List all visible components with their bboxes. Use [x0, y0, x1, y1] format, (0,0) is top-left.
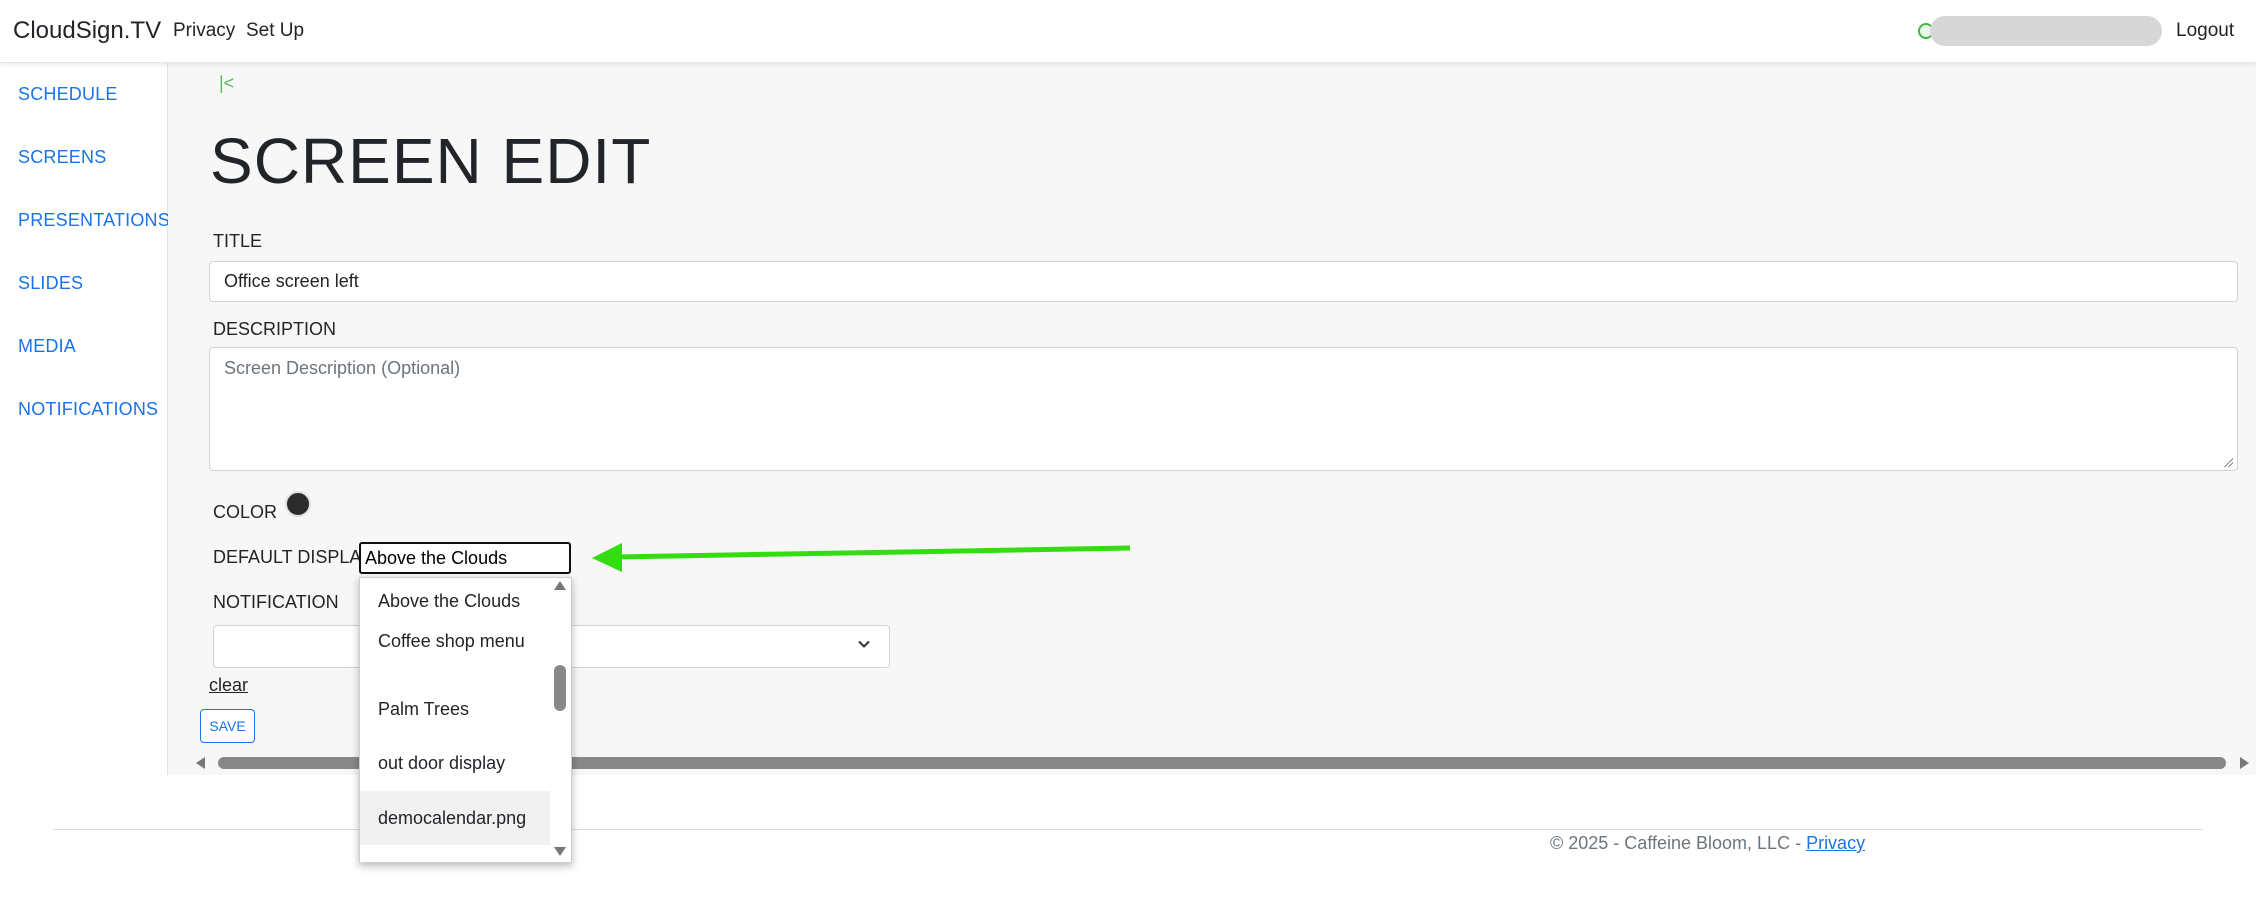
brand-logo-text[interactable]: CloudSign.TV	[13, 17, 161, 45]
sidebar-item-screens[interactable]: SCREENS	[18, 147, 106, 168]
sidebar-item-schedule[interactable]: SCHEDULE	[18, 84, 118, 105]
dropdown-option-hovered[interactable]: democalendar.png	[360, 791, 550, 845]
description-placeholder: Screen Description (Optional)	[224, 358, 461, 378]
nav-privacy-link[interactable]: Privacy	[173, 20, 235, 42]
dropdown-option[interactable]: Palm Trees	[360, 692, 550, 726]
logout-link[interactable]: Logout	[2176, 20, 2234, 42]
scroll-right-icon[interactable]	[2240, 757, 2249, 769]
user-name-redacted[interactable]	[1930, 16, 2162, 46]
description-label: DESCRIPTION	[213, 319, 337, 339]
scroll-left-icon[interactable]	[196, 757, 205, 769]
default-display-value: Above the Clouds	[365, 548, 508, 568]
top-navbar: CloudSign.TV Privacy Set Up Logout	[0, 0, 2256, 63]
dropdown-option[interactable]: Above the Clouds	[360, 586, 550, 620]
dropdown-scrollbar-thumb[interactable]	[554, 665, 566, 711]
scroll-up-icon[interactable]	[554, 581, 566, 590]
title-input-value: Office screen left	[224, 271, 359, 291]
default-display-label: DEFAULT DISPLAY	[213, 547, 373, 567]
sidebar-item-media[interactable]: MEDIA	[18, 336, 76, 357]
footer-copyright: © 2025 - Caffeine Bloom, LLC -	[1550, 833, 1807, 853]
save-button[interactable]: SAVE	[200, 709, 255, 743]
title-input[interactable]: Office screen left	[209, 261, 2238, 302]
resize-handle-icon[interactable]	[2223, 457, 2233, 467]
back-to-start-icon[interactable]: |<	[219, 73, 234, 94]
sidebar-item-slides[interactable]: SLIDES	[18, 273, 83, 294]
title-label: TITLE	[213, 231, 263, 251]
scroll-down-icon[interactable]	[554, 847, 566, 856]
default-display-dropdown-list[interactable]: Above the Clouds Coffee shop menu Palm T…	[359, 577, 572, 863]
default-display-input[interactable]: Above the Clouds	[359, 542, 571, 574]
annotation-arrow-icon	[592, 543, 1131, 572]
footer: © 2025 - Caffeine Bloom, LLC - Privacy	[1550, 833, 1865, 854]
dropdown-option[interactable]: out door display	[360, 742, 550, 782]
color-label: COLOR	[213, 502, 278, 522]
clear-link[interactable]: clear	[209, 675, 248, 696]
description-textarea[interactable]: Screen Description (Optional)	[209, 347, 2238, 471]
footer-privacy-link[interactable]: Privacy	[1806, 833, 1865, 853]
page-title: SCREEN EDIT	[210, 125, 652, 197]
sidebar-item-notifications[interactable]: NOTIFICATIONS	[18, 399, 158, 420]
notification-label: NOTIFICATION	[213, 592, 339, 612]
sidebar-item-presentations[interactable]: PRESENTATIONS	[18, 210, 170, 231]
dropdown-option[interactable]: Coffee shop menu	[360, 628, 525, 682]
color-picker-swatch[interactable]	[285, 491, 311, 517]
nav-setup-link[interactable]: Set Up	[246, 20, 304, 42]
chevron-down-icon	[858, 640, 870, 648]
sidebar: SCHEDULE SCREENS PRESENTATIONS SLIDES ME…	[0, 63, 170, 775]
